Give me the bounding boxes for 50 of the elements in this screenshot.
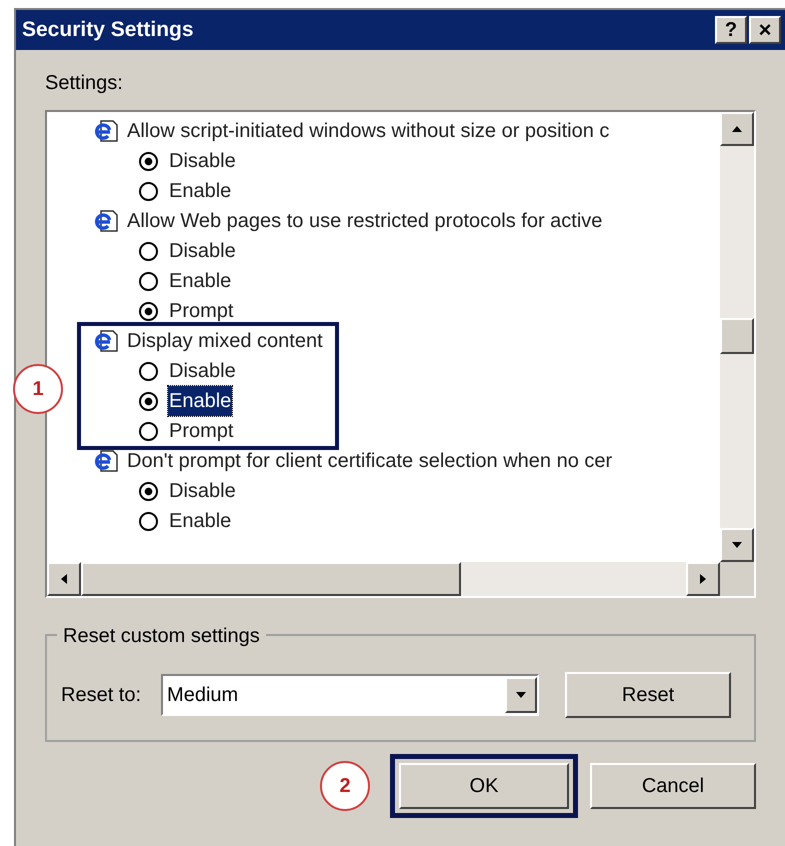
radio-label[interactable]: Disable [168,146,237,176]
radio-button[interactable] [139,422,158,440]
radio-button[interactable] [139,482,158,500]
radio-label[interactable]: Enable [168,506,232,536]
caret-icon[interactable] [505,677,538,713]
radio-button[interactable] [139,392,158,410]
browser-page-icon [93,329,119,353]
radio-label[interactable]: Prompt [168,416,234,446]
radio-label[interactable]: Disable [168,236,237,266]
browser-page-icon [93,119,119,143]
settings-label: Settings: [45,71,124,96]
callout-number: 1 [13,364,63,414]
window-title: Security Settings [22,17,194,44]
reset-button[interactable]: Reset [565,672,732,718]
setting-heading: Allow script-initiated windows without size or position c [127,119,610,144]
close-button[interactable]: × [749,16,781,44]
reset-to-label: Reset to: [61,683,142,708]
radio-button[interactable] [139,302,158,320]
setting-heading: Don't prompt for client certificate selection when no cer [127,449,612,474]
radio-button[interactable] [139,182,158,200]
callout-number: 2 [320,761,370,811]
radio-button[interactable] [139,242,158,260]
ok-button[interactable]: OK [399,763,569,809]
scroll-down-icon[interactable] [720,528,754,562]
radio-label[interactable]: Enable [168,266,232,296]
browser-page-icon [93,209,119,233]
scrollbar-corner [720,562,754,596]
scroll-right-icon[interactable] [686,562,720,596]
help-button[interactable]: ? [715,16,747,44]
vertical-scrollbar[interactable] [720,112,754,562]
radio-label[interactable]: Disable [168,356,237,386]
scroll-left-icon[interactable] [47,562,81,596]
scroll-thumb[interactable] [81,562,461,596]
horizontal-scrollbar[interactable] [47,562,720,596]
scroll-thumb[interactable] [720,318,754,354]
scroll-up-icon[interactable] [720,112,754,146]
radio-label[interactable]: Prompt [168,296,234,326]
radio-button[interactable] [139,272,158,290]
dropdown-value: Medium [166,683,240,708]
setting-heading: Allow Web pages to use restricted protocols for active [127,209,602,234]
radio-label[interactable]: Enable [168,176,232,206]
radio-button[interactable] [139,512,158,530]
radio-label[interactable]: Disable [168,476,237,506]
setting-heading: Display mixed content [127,329,323,354]
dialog-button[interactable]: Cancel [590,763,756,809]
browser-page-icon [93,449,119,473]
reset-level-dropdown[interactable]: Medium [161,674,540,716]
radio-button[interactable] [139,362,158,380]
radio-label[interactable]: Enable [168,386,232,416]
radio-button[interactable] [139,152,158,170]
